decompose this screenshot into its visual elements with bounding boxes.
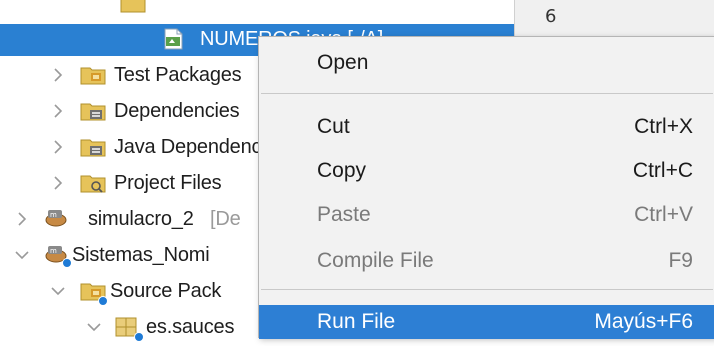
svg-text:m: m — [50, 211, 57, 219]
svg-text:m: m — [50, 247, 57, 255]
chevron-right-icon[interactable] — [50, 103, 66, 119]
menu-item-cut[interactable]: Cut Ctrl+X — [259, 107, 714, 147]
tree-row-simulacro-2[interactable]: m simulacro_2 [De — [0, 200, 260, 238]
chevron-right-icon[interactable] — [50, 175, 66, 191]
folder-icon — [120, 0, 146, 14]
chevron-down-icon[interactable] — [50, 283, 66, 299]
menu-item-label: Open — [317, 51, 369, 74]
menu-item-paste[interactable]: Paste Ctrl+V — [259, 195, 714, 235]
test-packages-folder-icon — [80, 64, 106, 86]
chevron-right-icon[interactable] — [14, 211, 30, 227]
tree-row-es-sauces[interactable]: es.sauces — [0, 308, 260, 346]
tree-row-label: Sistemas_Nomi — [72, 244, 210, 266]
menu-item-shortcut: Ctrl+X — [634, 115, 693, 138]
tree-row-label: Dependencies — [114, 100, 240, 122]
menu-item-copy[interactable]: Copy Ctrl+C — [259, 151, 714, 191]
tree-row-label: Source Pack — [110, 280, 222, 302]
menu-separator — [261, 93, 713, 94]
maven-project-icon: m — [44, 206, 70, 228]
java-file-icon — [160, 28, 186, 50]
tree-row-dependencies[interactable]: Dependencies — [0, 92, 260, 130]
menu-item-label: Copy — [317, 159, 367, 182]
menu-item-shortcut: F9 — [668, 249, 693, 272]
menu-item-compile-file[interactable]: Compile File F9 — [259, 241, 714, 281]
line-number: 6 — [545, 6, 557, 27]
tree-row-label: simulacro_2 — [88, 208, 194, 230]
menu-item-run-file[interactable]: Run File Mayús+F6 — [259, 305, 714, 339]
dependencies-folder-icon — [80, 100, 106, 122]
git-badge-icon — [134, 332, 144, 342]
menu-item-label: Compile File — [317, 249, 434, 272]
chevron-right-icon[interactable] — [50, 67, 66, 83]
chevron-down-icon[interactable] — [14, 247, 30, 263]
menu-item-label: Run File — [317, 310, 396, 333]
chevron-down-icon[interactable] — [86, 319, 102, 335]
tree-row-suffix: [De — [210, 208, 241, 230]
menu-item-label: Cut — [317, 115, 350, 138]
tree-row-source-packages[interactable]: Source Pack — [0, 272, 260, 310]
git-badge-icon — [98, 296, 108, 306]
tree-row-sistemas-nomi[interactable]: m Sistemas_Nomi — [0, 236, 260, 274]
menu-item-label: Paste — [317, 203, 371, 226]
menu-separator — [261, 289, 713, 290]
menu-item-shortcut: Mayús+F6 — [594, 310, 693, 333]
tree-row-test-packages[interactable]: Test Packages — [0, 56, 260, 94]
chevron-right-icon[interactable] — [50, 139, 66, 155]
tree-row-java-dependencies[interactable]: Java Dependencies — [0, 128, 286, 166]
tree-row-label: Project Files — [114, 172, 222, 194]
java-dependencies-folder-icon — [80, 136, 106, 158]
tree-row-project-files[interactable]: Project Files — [0, 164, 260, 202]
menu-item-shortcut: Ctrl+V — [634, 203, 693, 226]
git-badge-icon — [62, 258, 72, 268]
menu-item-open[interactable]: Open — [259, 43, 714, 83]
context-menu: Open Cut Ctrl+X Copy Ctrl+C Paste Ctrl+V… — [258, 36, 714, 339]
tree-row-partial[interactable] — [0, 0, 514, 20]
tree-row-label: Test Packages — [114, 64, 242, 86]
menu-item-shortcut: Ctrl+C — [632, 159, 693, 182]
project-files-folder-icon — [80, 172, 106, 194]
